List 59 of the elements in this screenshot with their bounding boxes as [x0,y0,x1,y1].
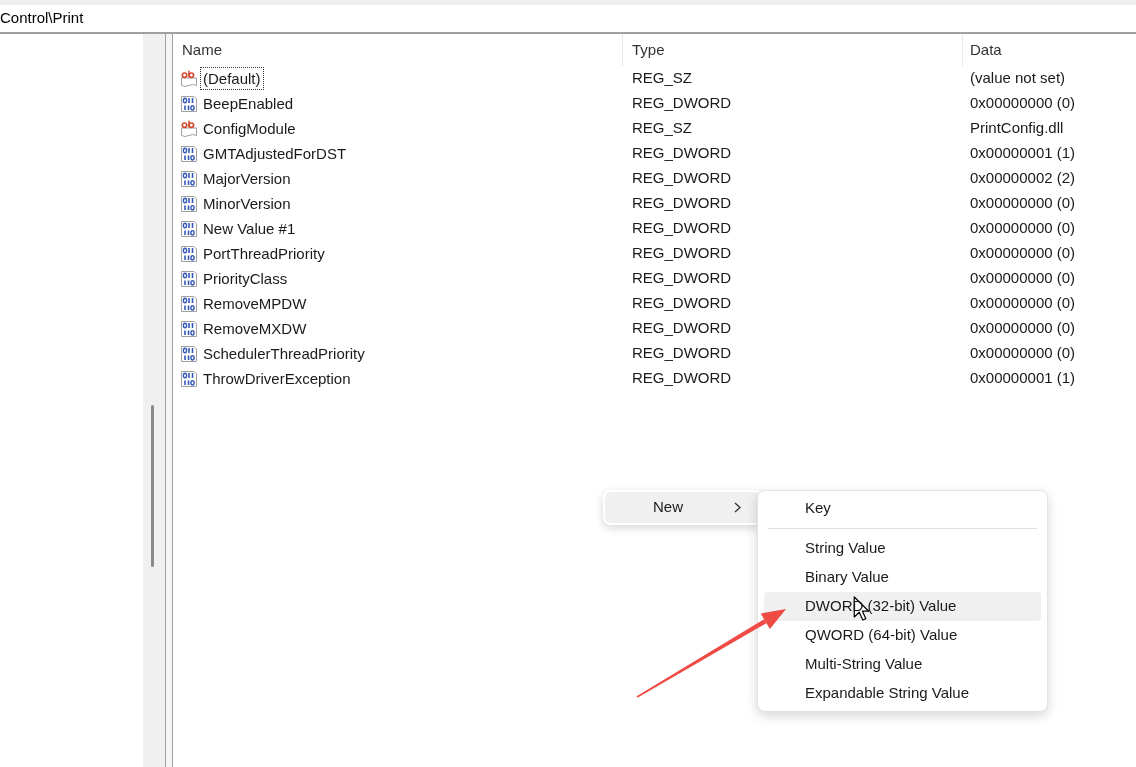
value-data: 0x00000000 (0) [970,94,1076,112]
value-type: REG_DWORD [632,94,732,112]
value-type: REG_DWORD [632,169,732,187]
value-data: 0x00000000 (0) [970,194,1076,212]
value-data: (value not set) [970,69,1066,87]
pane-splitter[interactable] [165,34,173,767]
value-name[interactable]: (Default) [200,67,264,90]
value-data: PrintConfig.dll [970,119,1064,137]
value-name[interactable]: BeepEnabled [200,92,297,115]
string-value-icon [180,119,198,138]
binary-value-icon [180,94,198,113]
value-type: REG_SZ [632,69,692,87]
value-type: REG_DWORD [632,344,732,362]
value-name[interactable]: PriorityClass [200,267,291,290]
value-type: REG_SZ [632,119,692,137]
scrollbar-thumb[interactable] [151,405,154,567]
binary-value-icon [180,269,198,288]
value-type: REG_DWORD [632,369,732,387]
binary-value-icon [180,219,198,238]
value-name[interactable]: ConfigModule [200,117,299,140]
column-header[interactable]: Name [173,34,622,66]
column-header[interactable]: Type [622,34,962,66]
value-name[interactable]: RemoveMXDW [200,317,310,340]
value-type: REG_DWORD [632,244,732,262]
binary-value-icon [180,344,198,363]
binary-value-icon [180,194,198,213]
value-data: 0x00000002 (2) [970,169,1076,187]
binary-value-icon [180,244,198,263]
value-data: 0x00000000 (0) [970,244,1076,262]
value-data: 0x00000000 (0) [970,319,1076,337]
value-data: 0x00000001 (1) [970,369,1076,387]
value-data: 0x00000000 (0) [970,219,1076,237]
value-type: REG_DWORD [632,144,732,162]
value-name[interactable]: MinorVersion [200,192,294,215]
value-name[interactable]: PortThreadPriority [200,242,328,265]
value-data: 0x00000000 (0) [970,294,1076,312]
binary-value-icon [180,369,198,388]
value-type: REG_DWORD [632,269,732,287]
string-value-icon [180,69,198,88]
binary-value-icon [180,319,198,338]
value-name[interactable]: MajorVersion [200,167,294,190]
value-name[interactable]: RemoveMPDW [200,292,310,315]
binary-value-icon [180,144,198,163]
menu-item[interactable]: New [605,492,761,523]
value-type: REG_DWORD [632,294,732,312]
value-type: REG_DWORD [632,219,732,237]
value-type: REG_DWORD [632,194,732,212]
value-data: 0x00000001 (1) [970,144,1076,162]
value-name[interactable]: ThrowDriverException [200,367,354,390]
value-name[interactable]: GMTAdjustedForDST [200,142,350,165]
value-name[interactable]: SchedulerThreadPriority [200,342,368,365]
value-data: 0x00000000 (0) [970,344,1076,362]
chevron-right-icon [734,502,741,513]
value-type: REG_DWORD [632,319,732,337]
value-data: 0x00000000 (0) [970,269,1076,287]
binary-value-icon [180,294,198,313]
column-header[interactable]: Data [962,34,1136,66]
binary-value-icon [180,169,198,188]
value-name[interactable]: New Value #1 [200,217,299,240]
